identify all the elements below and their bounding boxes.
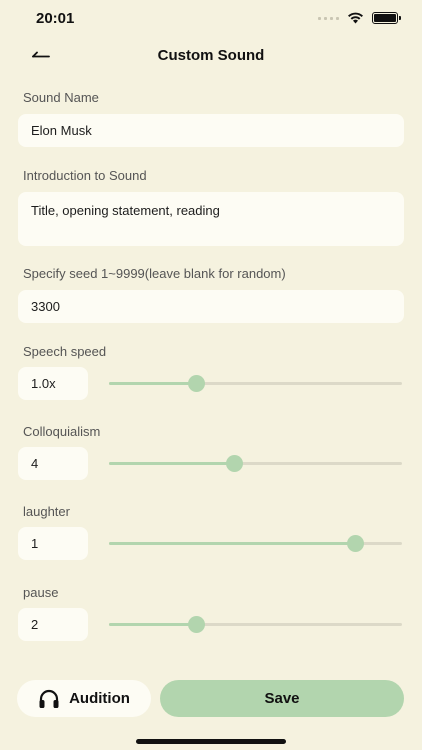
laughter-input[interactable]: 1 — [18, 527, 88, 560]
nav-bar: Custom Sound — [0, 40, 422, 72]
slider-fill — [109, 623, 197, 626]
page-title: Custom Sound — [157, 47, 265, 64]
slider-thumb[interactable] — [188, 375, 206, 392]
wifi-icon — [348, 12, 363, 24]
introduction-label: Introduction to Sound — [23, 168, 147, 183]
speech-speed-input[interactable]: 1.0x — [18, 367, 88, 400]
introduction-input[interactable]: Title, opening statement, reading — [18, 192, 404, 246]
slider-fill — [109, 382, 197, 385]
seed-input[interactable]: 3300 — [18, 290, 404, 323]
signal-icon — [318, 16, 339, 20]
sound-name-label: Sound Name — [23, 90, 99, 105]
battery-icon — [372, 12, 401, 24]
slider-fill — [109, 462, 235, 465]
slider-thumb[interactable] — [188, 616, 206, 633]
status-time: 20:01 — [36, 10, 75, 27]
sound-name-input[interactable]: Elon Musk — [18, 114, 404, 147]
audition-button[interactable]: Audition — [17, 680, 151, 717]
colloquialism-label: Colloquialism — [23, 424, 101, 439]
status-icons — [318, 12, 401, 24]
home-indicator — [136, 739, 286, 744]
pause-label: pause — [23, 585, 59, 600]
laughter-slider[interactable] — [109, 533, 402, 553]
slider-thumb[interactable] — [346, 535, 364, 552]
colloquialism-input[interactable]: 4 — [18, 447, 88, 480]
laughter-label: laughter — [23, 504, 70, 519]
status-bar: 20:01 — [0, 0, 422, 40]
colloquialism-slider[interactable] — [109, 453, 402, 473]
pause-input[interactable]: 2 — [18, 608, 88, 641]
save-button[interactable]: Save — [160, 680, 404, 717]
pause-slider[interactable] — [109, 614, 402, 634]
speech-speed-label: Speech speed — [23, 344, 107, 359]
seed-label: Specify seed 1~9999(leave blank for rand… — [23, 266, 286, 281]
slider-fill — [109, 542, 356, 545]
speech-speed-slider[interactable] — [109, 373, 402, 393]
audition-label: Audition — [69, 690, 130, 707]
slider-thumb[interactable] — [226, 455, 244, 472]
headphones-icon — [39, 689, 59, 708]
